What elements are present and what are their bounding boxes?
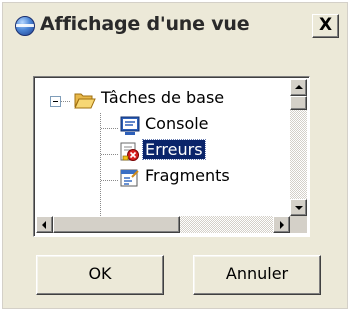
cancel-button[interactable]: Annuler: [193, 255, 321, 295]
vertical-scroll-track[interactable]: [290, 96, 307, 199]
scroll-right-button[interactable]: [273, 216, 290, 233]
tree-guide-line: [101, 128, 118, 129]
fragments-icon: [120, 169, 139, 187]
tree-guide-line: [61, 101, 71, 102]
ok-button[interactable]: OK: [36, 255, 164, 295]
errors-icon: [120, 142, 139, 161]
arrow-left-icon: [42, 221, 46, 229]
scroll-down-button[interactable]: [290, 199, 307, 216]
tree-guide-line: [101, 154, 118, 155]
arrow-up-icon: [295, 85, 303, 89]
vertical-scroll-thumb[interactable]: [290, 96, 307, 110]
arrow-right-icon: [280, 221, 284, 229]
tree-item-erreurs[interactable]: Erreurs: [142, 139, 206, 160]
vertical-scrollbar[interactable]: [290, 79, 307, 216]
title-bar[interactable]: Affichage d'une vue X: [3, 3, 347, 47]
tree-item-fragments[interactable]: Fragments: [145, 166, 230, 185]
dialog-title: Affichage d'une vue: [40, 13, 250, 35]
horizontal-scroll-thumb[interactable]: [53, 216, 180, 233]
arrow-down-icon: [295, 206, 303, 210]
tree-item-tâches-de-base[interactable]: Tâches de base: [101, 88, 224, 107]
tree-guide-line: [101, 180, 118, 181]
close-button[interactable]: X: [312, 14, 339, 38]
tree-item-console[interactable]: Console: [145, 114, 209, 133]
horizontal-scrollbar[interactable]: [36, 216, 290, 233]
views-tree: Tâches de base Console Erreurs Fragments: [33, 76, 310, 237]
dialog-window: Affichage d'une vue X Tâches de base Con…: [2, 2, 348, 309]
collapse-toggle-icon[interactable]: [50, 96, 61, 107]
tree-viewport: Tâches de base Console Erreurs Fragments: [36, 79, 290, 216]
scroll-left-button[interactable]: [36, 216, 53, 233]
scroll-up-button[interactable]: [290, 79, 307, 96]
eclipse-icon: [15, 16, 35, 36]
console-icon: [120, 116, 140, 135]
folder-open-icon: [74, 93, 96, 109]
scrollbar-corner: [290, 216, 307, 233]
